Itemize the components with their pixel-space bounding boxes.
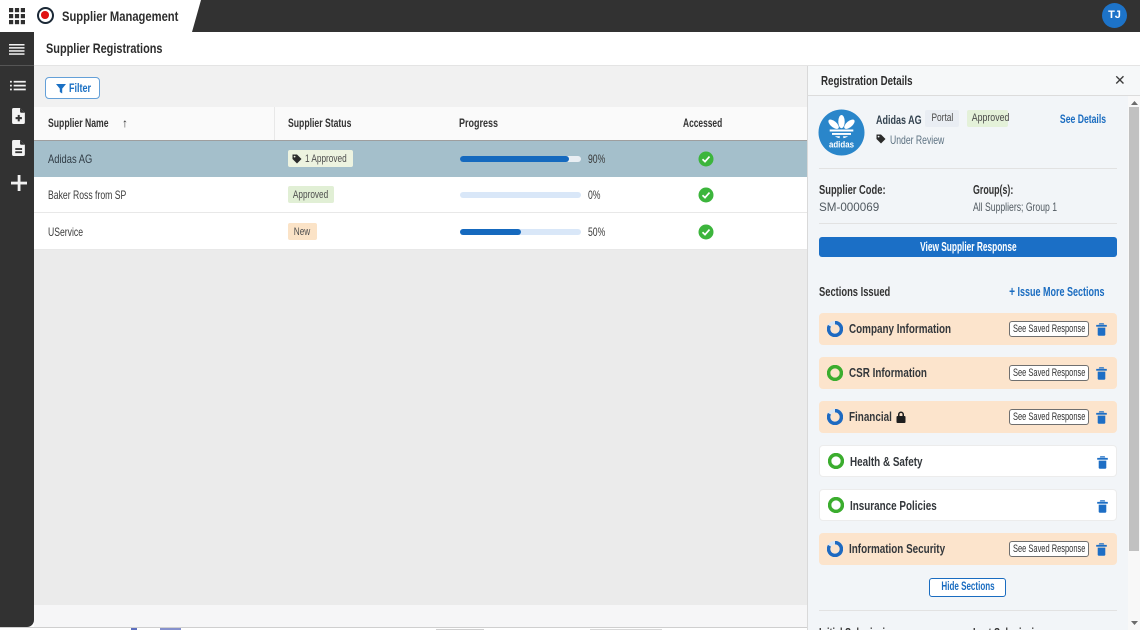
svg-text:adidas: adidas [829,139,854,150]
